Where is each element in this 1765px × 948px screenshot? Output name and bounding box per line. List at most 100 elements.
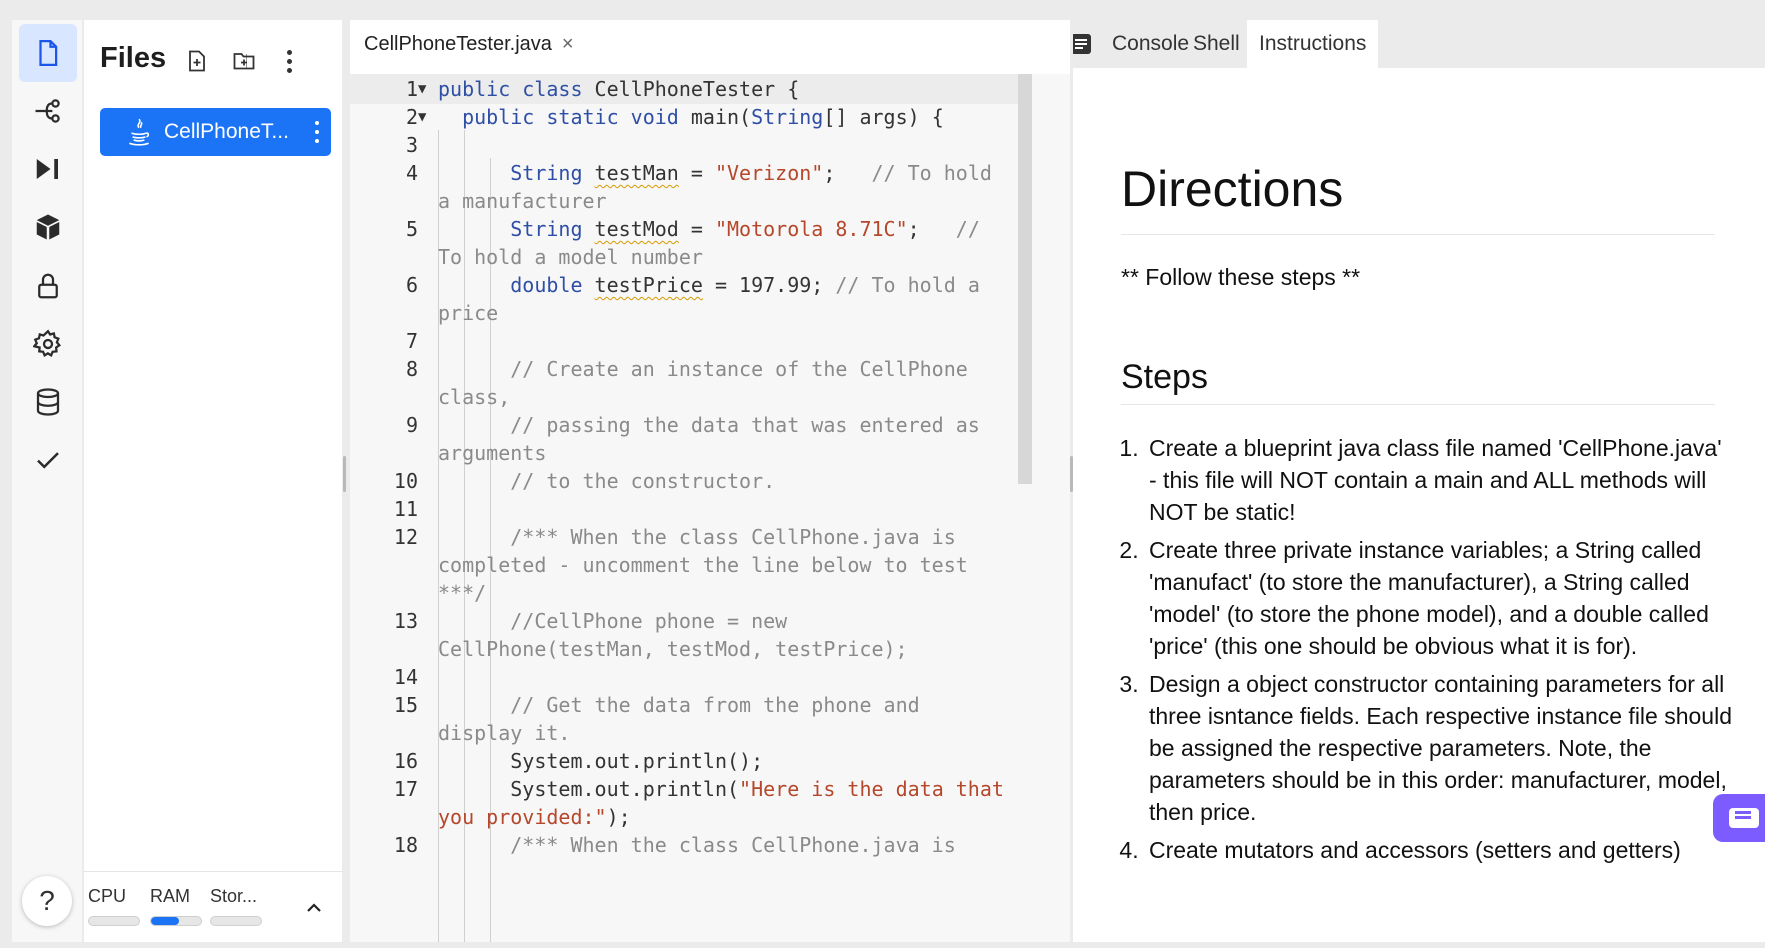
code-line-4-wrap: a manufacturer bbox=[438, 189, 607, 213]
tab-shell[interactable]: Shell bbox=[1181, 20, 1252, 68]
code-area[interactable]: 1 ▼ 2 ▼ 3 4 5 6 7 8 9 10 11 12 13 14 15 16 17 18 public cla… bbox=[350, 74, 1070, 942]
tab-console-label: Console bbox=[1112, 32, 1190, 55]
tab-instructions-label: Instructions bbox=[1259, 32, 1367, 55]
document-icon[interactable] bbox=[1073, 32, 1093, 56]
steps-list: Create a blueprint java class file named… bbox=[1121, 432, 1735, 872]
directions-heading: Directions bbox=[1121, 161, 1344, 217]
line-number: 9 bbox=[405, 413, 418, 437]
resource-usage-bar[interactable]: CPU RAM Stor... bbox=[84, 871, 342, 942]
code-line-12-wrap: completed - uncomment the line below to … bbox=[438, 553, 968, 577]
help-button[interactable]: ? bbox=[22, 876, 72, 926]
right-tab-bar: Console Shell Instructions bbox=[1073, 20, 1765, 68]
code-line-8: // Create an instance of the CellPhone bbox=[510, 357, 968, 381]
ram-meter: RAM bbox=[150, 886, 202, 926]
line-number: 13 bbox=[393, 609, 418, 633]
code-line-8-wrap: class, bbox=[438, 385, 511, 409]
packages-icon[interactable] bbox=[19, 198, 77, 256]
code-line-12-wrap2: ***/ bbox=[438, 581, 487, 605]
file-item-menu-icon[interactable] bbox=[309, 118, 325, 146]
step-item: Create three private instance variables;… bbox=[1145, 534, 1735, 662]
new-folder-icon[interactable] bbox=[229, 46, 259, 76]
line-number: 18 bbox=[393, 833, 418, 857]
line-number: 3 bbox=[405, 133, 418, 157]
code-line-1: public class CellPhoneTester { bbox=[438, 77, 800, 101]
storage-meter: Stor... bbox=[210, 886, 262, 926]
more-options-icon[interactable] bbox=[274, 46, 304, 76]
line-number: 1 ▼ bbox=[405, 77, 427, 101]
step-item: Design a object constructor containing p… bbox=[1145, 668, 1735, 828]
tab-instructions[interactable]: Instructions bbox=[1247, 20, 1379, 68]
code-line-6: double testPrice = 197.99; // To hold a bbox=[510, 273, 980, 297]
line-number: 17 bbox=[393, 777, 418, 801]
files-title: Files bbox=[100, 42, 167, 74]
new-file-icon[interactable] bbox=[182, 46, 212, 76]
line-number: 5 bbox=[405, 217, 418, 241]
database-icon[interactable] bbox=[19, 373, 77, 431]
divider bbox=[1121, 234, 1715, 235]
editor-tab-bar: CellPhoneTester.java × bbox=[350, 20, 1070, 70]
code-line-6-wrap: price bbox=[438, 301, 499, 325]
chat-button[interactable] bbox=[1713, 794, 1765, 842]
code-line-12: /*** When the class CellPhone.java is bbox=[510, 525, 956, 549]
version-control-icon[interactable] bbox=[19, 82, 77, 140]
tab-label: CellPhoneTester.java bbox=[364, 32, 552, 55]
code-line-18: /*** When the class CellPhone.java is bbox=[510, 833, 956, 857]
sidebar-resize-handle[interactable] bbox=[343, 456, 346, 492]
line-number: 16 bbox=[393, 749, 418, 773]
code-line-15: // Get the data from the phone and bbox=[510, 693, 920, 717]
java-icon bbox=[129, 118, 150, 146]
activity-bar: ? bbox=[12, 20, 82, 942]
divider bbox=[1121, 404, 1715, 405]
chat-bubble-icon bbox=[1729, 808, 1759, 828]
line-number: 2 ▼ bbox=[405, 105, 427, 129]
instructions-content[interactable]: Directions ** Follow these steps ** Step… bbox=[1073, 68, 1765, 942]
chevron-up-icon[interactable] bbox=[302, 896, 326, 920]
help-label: ? bbox=[39, 885, 55, 916]
code-line-17-wrap: you provided:"); bbox=[438, 805, 631, 829]
code-line-13-wrap: CellPhone(testMan, testMod, testPrice); bbox=[438, 637, 908, 661]
files-icon[interactable] bbox=[19, 24, 77, 82]
storage-label: Stor... bbox=[210, 886, 258, 906]
line-number: 15 bbox=[393, 693, 418, 717]
ram-label: RAM bbox=[150, 886, 190, 906]
code-line-10: // to the constructor. bbox=[510, 469, 776, 493]
line-number: 11 bbox=[393, 497, 418, 521]
line-number: 12 bbox=[393, 525, 418, 549]
step-item: Create a blueprint java class file named… bbox=[1145, 432, 1735, 528]
line-number: 8 bbox=[405, 357, 418, 381]
line-number: 4 bbox=[405, 161, 418, 185]
file-item-label: CellPhoneT... bbox=[164, 120, 289, 143]
code-line-16: System.out.println(); bbox=[510, 749, 764, 773]
line-number: 14 bbox=[393, 665, 418, 689]
code-line-5: String testMod = "Motorola 8.71C"; // bbox=[510, 217, 980, 241]
line-number: 7 bbox=[405, 329, 418, 353]
right-panel: Console Shell Instructions Directions **… bbox=[1073, 20, 1765, 942]
secrets-lock-icon[interactable] bbox=[19, 257, 77, 315]
tests-check-icon[interactable] bbox=[19, 431, 77, 489]
code-line-2: public static void main(String[] args) { bbox=[462, 105, 944, 129]
tab-shell-label: Shell bbox=[1193, 32, 1240, 55]
code-line-5-wrap: To hold a model number bbox=[438, 245, 703, 269]
close-icon[interactable]: × bbox=[562, 33, 574, 56]
intro-text: ** Follow these steps ** bbox=[1121, 264, 1361, 290]
code-line-17: System.out.println("Here is the data tha… bbox=[510, 777, 1004, 801]
tab-cellphonetester-java[interactable]: CellPhoneTester.java × bbox=[350, 20, 588, 70]
settings-gear-icon[interactable] bbox=[19, 315, 77, 373]
code-line-9: // passing the data that was entered as bbox=[510, 413, 980, 437]
cpu-label: CPU bbox=[88, 886, 127, 906]
code-editor: CellPhoneTester.java × 1 ▼ 2 ▼ 3 4 5 6 7 8 9 10 11 12… bbox=[350, 20, 1070, 942]
cpu-meter: CPU bbox=[88, 886, 140, 926]
files-sidebar: Files CellPhoneT... CPU RAM Stor... bbox=[84, 20, 342, 942]
code-line-9-wrap: arguments bbox=[438, 441, 547, 465]
line-number: 6 bbox=[405, 273, 418, 297]
line-number: 10 bbox=[393, 469, 418, 493]
step-item: Create mutators and accessors (setters a… bbox=[1145, 834, 1735, 866]
code-line-4: String testMan = "Verizon"; // To hold bbox=[510, 161, 992, 185]
steps-heading: Steps bbox=[1121, 358, 1208, 396]
run-icon[interactable] bbox=[19, 140, 77, 198]
code-line-13: //CellPhone phone = new bbox=[510, 609, 788, 633]
file-item-cellphonetester[interactable]: CellPhoneT... bbox=[100, 108, 331, 156]
scrollbar[interactable] bbox=[1018, 74, 1032, 484]
ram-fill bbox=[151, 917, 179, 925]
code-line-15-wrap: display it. bbox=[438, 721, 571, 745]
